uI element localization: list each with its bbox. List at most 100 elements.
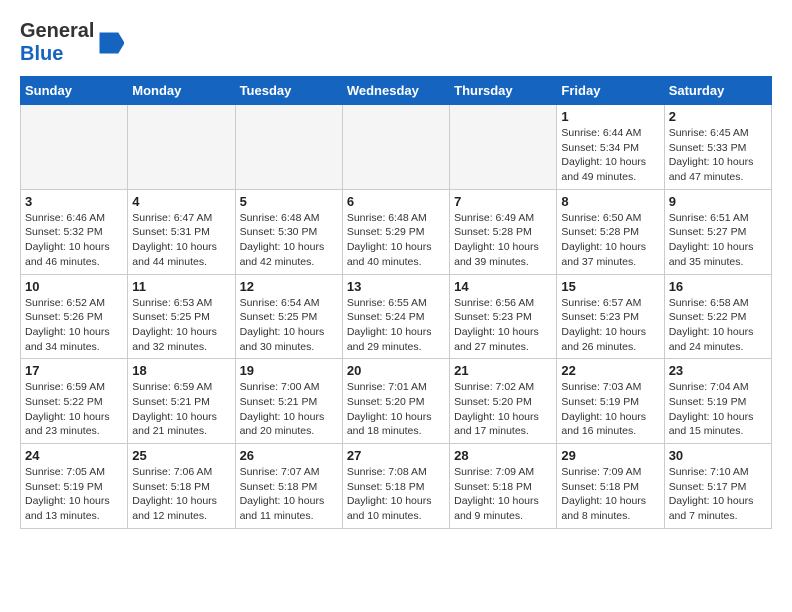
day-info: Sunrise: 7:09 AM Sunset: 5:18 PM Dayligh… xyxy=(454,465,552,524)
calendar-day-cell: 9Sunrise: 6:51 AM Sunset: 5:27 PM Daylig… xyxy=(664,189,771,274)
calendar-day-cell: 19 Sunrise: 7:00 AM Sunset: 5:21 PM Dayli… xyxy=(235,359,342,444)
day-info: Sunrise: 6:56 AM Sunset: 5:23 PM Dayligh… xyxy=(454,296,552,355)
calendar-day-cell: 22Sunrise: 7:03 AM Sunset: 5:19 PM Dayli… xyxy=(557,359,664,444)
calendar-day-cell xyxy=(342,105,449,190)
calendar-week-row: 1 Sunrise: 6:44 AM Sunset: 5:34 PM Daylig… xyxy=(21,105,772,190)
day-number: 1 xyxy=(561,109,659,124)
day-info: Sunrise: 6:44 AM Sunset: 5:34 PM Dayligh… xyxy=(561,126,659,185)
calendar-header-tuesday: Tuesday xyxy=(235,77,342,105)
day-number: 29 xyxy=(561,448,659,463)
day-number: 8 xyxy=(561,194,659,209)
day-number: 30 xyxy=(669,448,767,463)
logo-general-text: General xyxy=(20,20,94,42)
day-info: Sunrise: 7:03 AM Sunset: 5:19 PM Dayligh… xyxy=(561,380,659,439)
calendar-day-cell: 7 Sunrise: 6:49 AM Sunset: 5:28 PM Daylig… xyxy=(450,189,557,274)
day-number: 15 xyxy=(561,279,659,294)
calendar-day-cell: 10 Sunrise: 6:52 AM Sunset: 5:26 PM Dayli… xyxy=(21,274,128,359)
day-info: Sunrise: 6:49 AM Sunset: 5:28 PM Dayligh… xyxy=(454,211,552,270)
calendar-day-cell: 15Sunrise: 6:57 AM Sunset: 5:23 PM Dayli… xyxy=(557,274,664,359)
day-info: Sunrise: 7:00 AM Sunset: 5:21 PM Dayligh… xyxy=(240,380,338,439)
calendar-day-cell xyxy=(450,105,557,190)
calendar-header-friday: Friday xyxy=(557,77,664,105)
day-info: Sunrise: 6:51 AM Sunset: 5:27 PM Dayligh… xyxy=(669,211,767,270)
calendar-day-cell: 28 Sunrise: 7:09 AM Sunset: 5:18 PM Dayli… xyxy=(450,444,557,529)
calendar-day-cell: 25 Sunrise: 7:06 AM Sunset: 5:18 PM Dayli… xyxy=(128,444,235,529)
calendar-day-cell: 6Sunrise: 6:48 AM Sunset: 5:29 PM Daylig… xyxy=(342,189,449,274)
calendar-header-monday: Monday xyxy=(128,77,235,105)
logo-flag-icon xyxy=(96,29,124,57)
day-info: Sunrise: 7:10 AM Sunset: 5:17 PM Dayligh… xyxy=(669,465,767,524)
calendar-day-cell: 23 Sunrise: 7:04 AM Sunset: 5:19 PM Dayli… xyxy=(664,359,771,444)
calendar-week-row: 3 Sunrise: 6:46 AM Sunset: 5:32 PM Daylig… xyxy=(21,189,772,274)
calendar-day-cell: 5 Sunrise: 6:48 AM Sunset: 5:30 PM Daylig… xyxy=(235,189,342,274)
day-info: Sunrise: 7:05 AM Sunset: 5:19 PM Dayligh… xyxy=(25,465,123,524)
calendar-week-row: 10 Sunrise: 6:52 AM Sunset: 5:26 PM Dayli… xyxy=(21,274,772,359)
day-info: Sunrise: 6:48 AM Sunset: 5:29 PM Dayligh… xyxy=(347,211,445,270)
calendar-day-cell xyxy=(128,105,235,190)
calendar-day-cell: 29 Sunrise: 7:09 AM Sunset: 5:18 PM Dayli… xyxy=(557,444,664,529)
day-info: Sunrise: 6:48 AM Sunset: 5:30 PM Dayligh… xyxy=(240,211,338,270)
day-number: 27 xyxy=(347,448,445,463)
day-number: 12 xyxy=(240,279,338,294)
day-info: Sunrise: 6:58 AM Sunset: 5:22 PM Dayligh… xyxy=(669,296,767,355)
calendar-day-cell: 12 Sunrise: 6:54 AM Sunset: 5:25 PM Dayli… xyxy=(235,274,342,359)
day-number: 14 xyxy=(454,279,552,294)
day-number: 7 xyxy=(454,194,552,209)
calendar-day-cell: 4 Sunrise: 6:47 AM Sunset: 5:31 PM Daylig… xyxy=(128,189,235,274)
day-number: 23 xyxy=(669,363,767,378)
day-info: Sunrise: 6:47 AM Sunset: 5:31 PM Dayligh… xyxy=(132,211,230,270)
day-info: Sunrise: 6:55 AM Sunset: 5:24 PM Dayligh… xyxy=(347,296,445,355)
day-number: 5 xyxy=(240,194,338,209)
day-info: Sunrise: 7:08 AM Sunset: 5:18 PM Dayligh… xyxy=(347,465,445,524)
day-number: 13 xyxy=(347,279,445,294)
day-info: Sunrise: 7:07 AM Sunset: 5:18 PM Dayligh… xyxy=(240,465,338,524)
page-header: General Blue xyxy=(20,20,772,66)
day-info: Sunrise: 7:01 AM Sunset: 5:20 PM Dayligh… xyxy=(347,380,445,439)
day-info: Sunrise: 6:46 AM Sunset: 5:32 PM Dayligh… xyxy=(25,211,123,270)
day-info: Sunrise: 6:53 AM Sunset: 5:25 PM Dayligh… xyxy=(132,296,230,355)
day-number: 21 xyxy=(454,363,552,378)
logo-blue-text: Blue xyxy=(20,43,63,65)
day-number: 19 xyxy=(240,363,338,378)
day-info: Sunrise: 7:09 AM Sunset: 5:18 PM Dayligh… xyxy=(561,465,659,524)
calendar-header-thursday: Thursday xyxy=(450,77,557,105)
calendar-day-cell xyxy=(21,105,128,190)
calendar-day-cell: 14 Sunrise: 6:56 AM Sunset: 5:23 PM Dayli… xyxy=(450,274,557,359)
day-info: Sunrise: 6:45 AM Sunset: 5:33 PM Dayligh… xyxy=(669,126,767,185)
day-number: 24 xyxy=(25,448,123,463)
day-number: 20 xyxy=(347,363,445,378)
calendar-day-cell: 2 Sunrise: 6:45 AM Sunset: 5:33 PM Daylig… xyxy=(664,105,771,190)
day-info: Sunrise: 6:59 AM Sunset: 5:22 PM Dayligh… xyxy=(25,380,123,439)
day-info: Sunrise: 6:50 AM Sunset: 5:28 PM Dayligh… xyxy=(561,211,659,270)
day-info: Sunrise: 6:54 AM Sunset: 5:25 PM Dayligh… xyxy=(240,296,338,355)
day-info: Sunrise: 7:02 AM Sunset: 5:20 PM Dayligh… xyxy=(454,380,552,439)
calendar-week-row: 24 Sunrise: 7:05 AM Sunset: 5:19 PM Dayli… xyxy=(21,444,772,529)
day-info: Sunrise: 7:04 AM Sunset: 5:19 PM Dayligh… xyxy=(669,380,767,439)
calendar-header-sunday: Sunday xyxy=(21,77,128,105)
day-info: Sunrise: 7:06 AM Sunset: 5:18 PM Dayligh… xyxy=(132,465,230,524)
calendar-day-cell: 13 Sunrise: 6:55 AM Sunset: 5:24 PM Dayli… xyxy=(342,274,449,359)
calendar-day-cell: 11Sunrise: 6:53 AM Sunset: 5:25 PM Dayli… xyxy=(128,274,235,359)
calendar-day-cell: 17 Sunrise: 6:59 AM Sunset: 5:22 PM Dayli… xyxy=(21,359,128,444)
logo: General Blue xyxy=(20,20,124,66)
calendar-day-cell: 18Sunrise: 6:59 AM Sunset: 5:21 PM Dayli… xyxy=(128,359,235,444)
calendar-day-cell: 24 Sunrise: 7:05 AM Sunset: 5:19 PM Dayli… xyxy=(21,444,128,529)
day-number: 16 xyxy=(669,279,767,294)
day-number: 2 xyxy=(669,109,767,124)
day-number: 3 xyxy=(25,194,123,209)
calendar-header-saturday: Saturday xyxy=(664,77,771,105)
calendar-day-cell xyxy=(235,105,342,190)
day-info: Sunrise: 6:52 AM Sunset: 5:26 PM Dayligh… xyxy=(25,296,123,355)
day-number: 10 xyxy=(25,279,123,294)
calendar-table: SundayMondayTuesdayWednesdayThursdayFrid… xyxy=(20,76,772,529)
calendar-day-cell: 26 Sunrise: 7:07 AM Sunset: 5:18 PM Dayli… xyxy=(235,444,342,529)
day-number: 4 xyxy=(132,194,230,209)
day-number: 25 xyxy=(132,448,230,463)
day-number: 28 xyxy=(454,448,552,463)
calendar-week-row: 17 Sunrise: 6:59 AM Sunset: 5:22 PM Dayli… xyxy=(21,359,772,444)
calendar-day-cell: 27 Sunrise: 7:08 AM Sunset: 5:18 PM Dayli… xyxy=(342,444,449,529)
day-number: 17 xyxy=(25,363,123,378)
calendar-header-wednesday: Wednesday xyxy=(342,77,449,105)
calendar-day-cell: 16 Sunrise: 6:58 AM Sunset: 5:22 PM Dayli… xyxy=(664,274,771,359)
day-number: 26 xyxy=(240,448,338,463)
